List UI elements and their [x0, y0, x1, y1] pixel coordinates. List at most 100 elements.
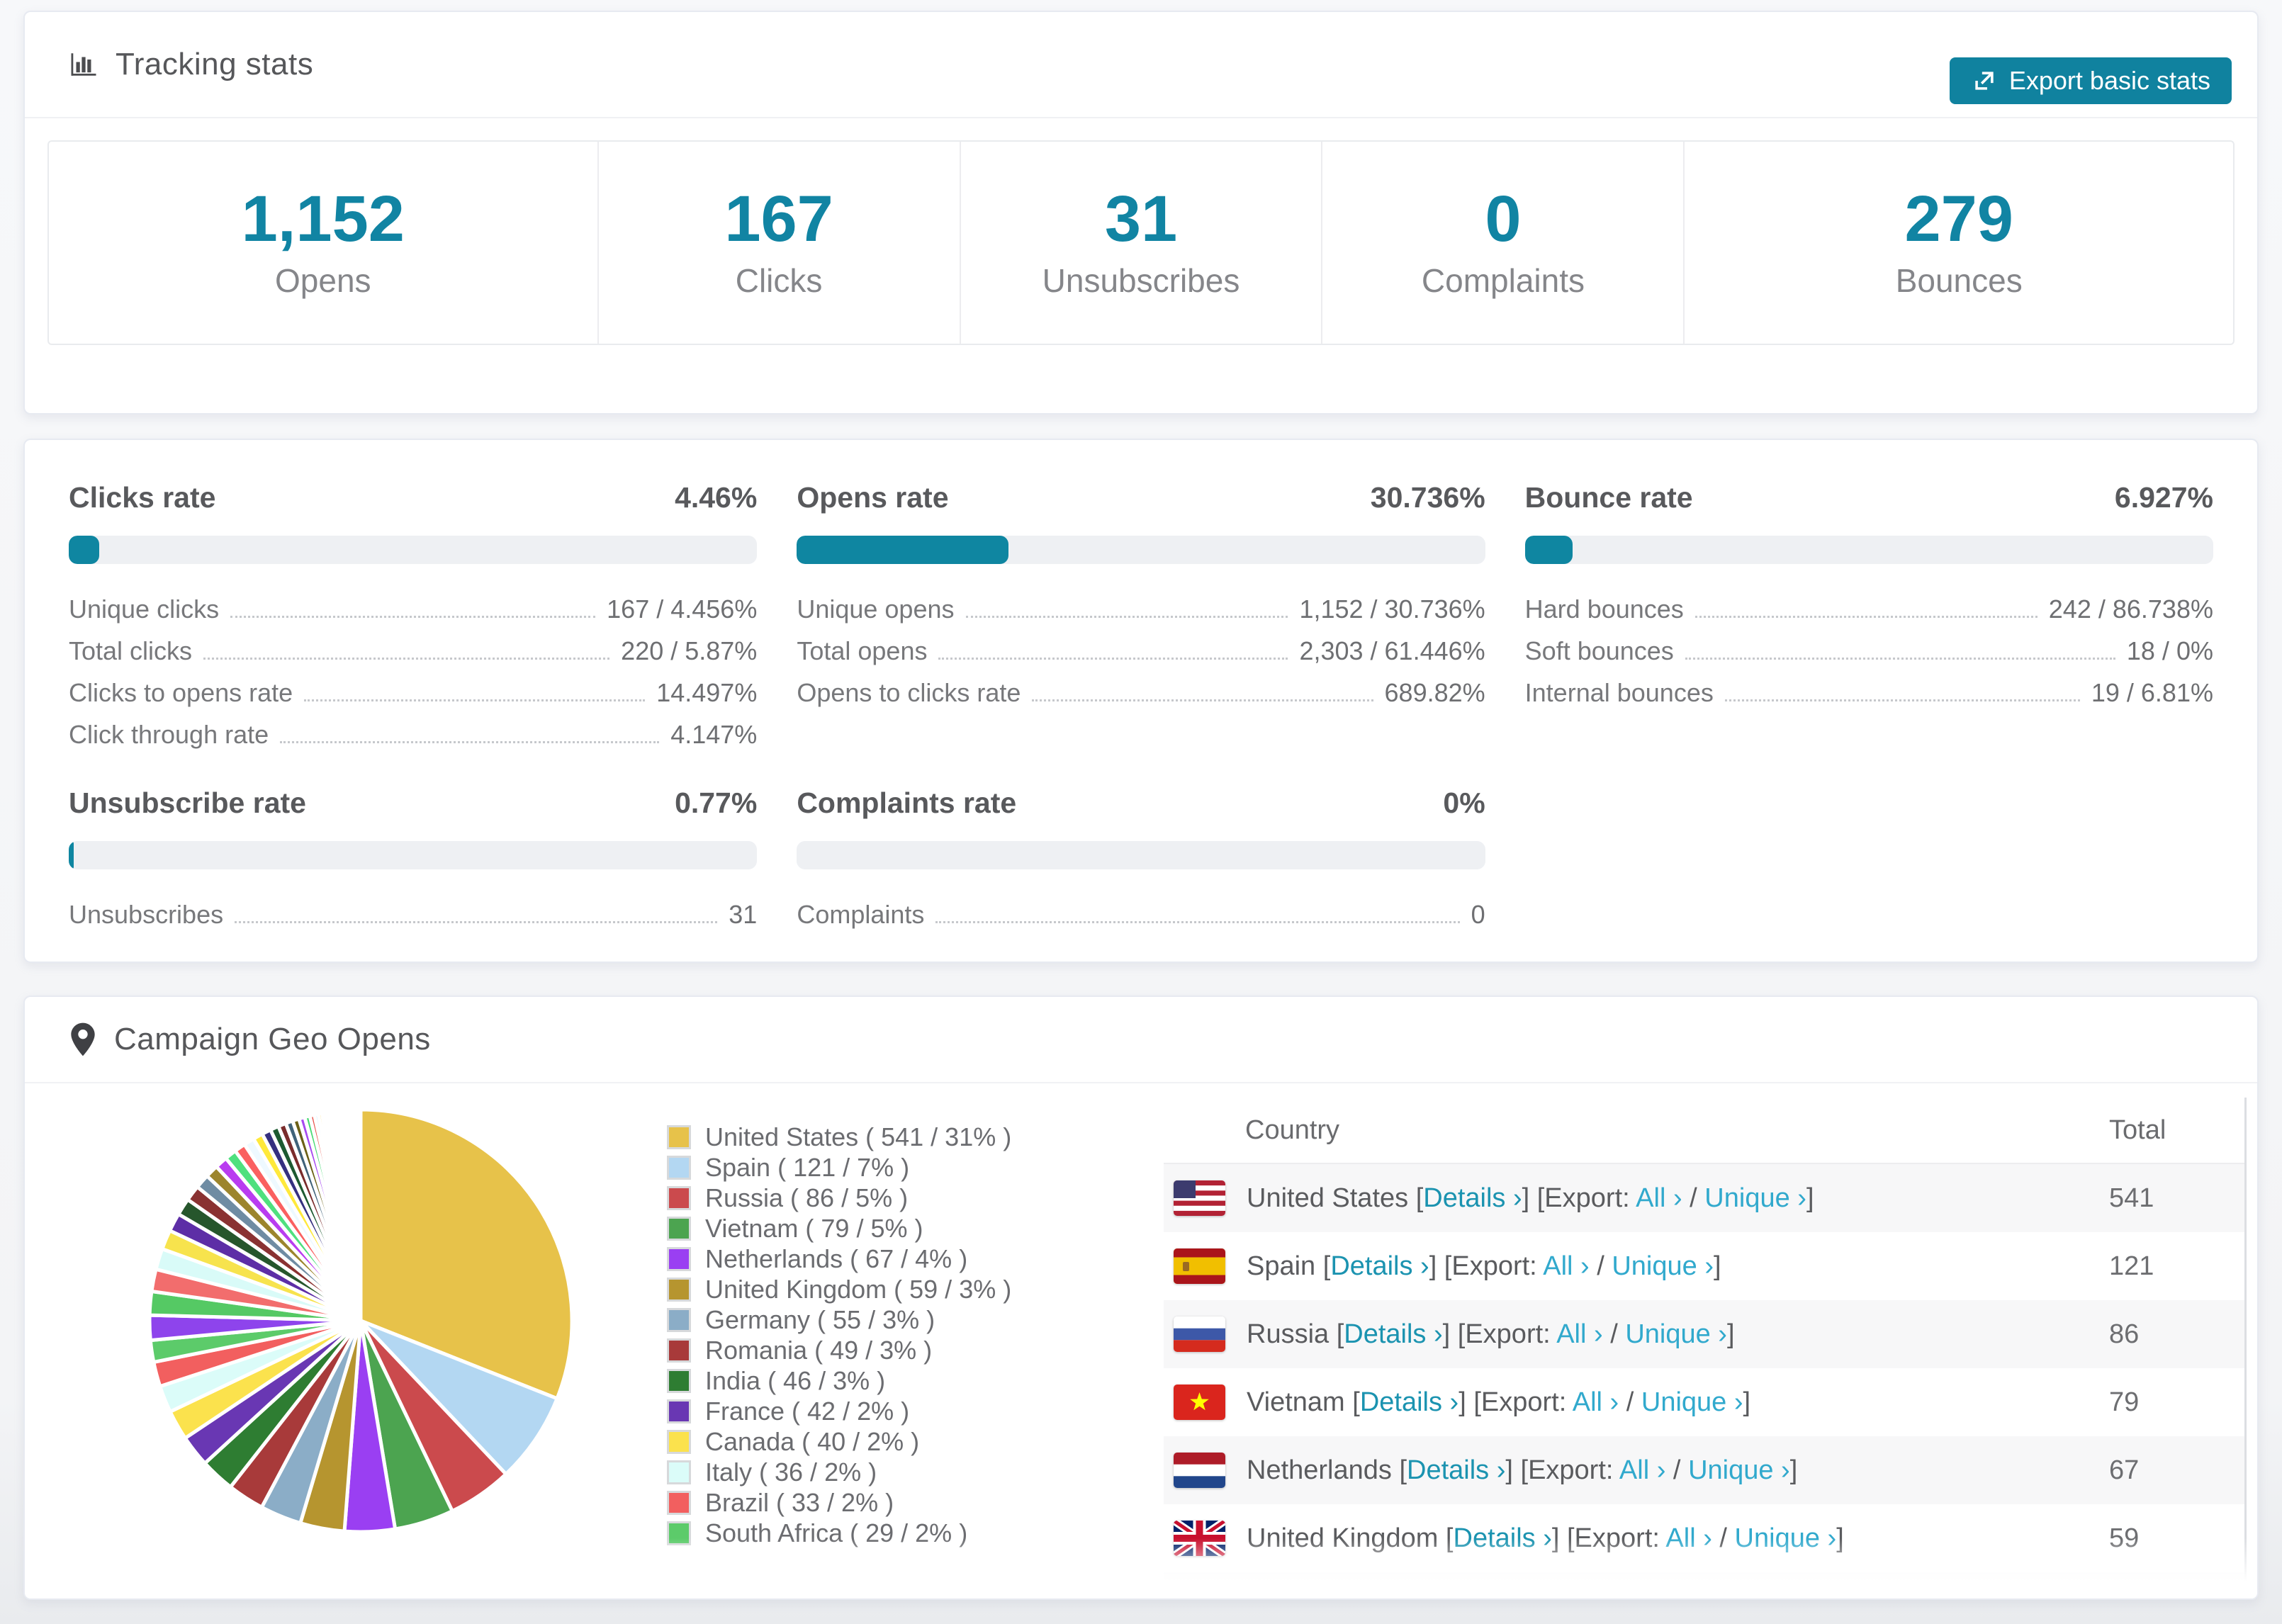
- rate-rows: Hard bounces 242 / 86.738% Soft bounces …: [1524, 594, 2213, 708]
- details-link-spain[interactable]: Details ›: [1330, 1251, 1429, 1281]
- dotted-leader: [935, 921, 1460, 923]
- rate-row-value: 220 / 5.87%: [621, 636, 758, 665]
- progress-bar-track: [797, 536, 1485, 564]
- country-cell: Russia [Details ›] [Export: All › / Uniq…: [1247, 1319, 1735, 1349]
- export-all-link-spain[interactable]: All ›: [1543, 1251, 1589, 1281]
- export-basic-stats-button[interactable]: Export basic stats: [1949, 57, 2232, 104]
- rate-row-label: Internal bounces: [1524, 678, 1714, 707]
- stat-label: Bounces: [1895, 261, 2023, 299]
- stat-clicks: 167 Clicks: [599, 142, 961, 344]
- rate-row-value: 31: [729, 900, 758, 929]
- flag-us-icon: [1174, 1180, 1225, 1216]
- export-unique-link-spain[interactable]: Unique ›: [1612, 1251, 1714, 1281]
- export-all-link-russia[interactable]: All ›: [1556, 1319, 1602, 1349]
- rate-panel-bounce-rate: Bounce rate 6.927% Hard bounces 242 / 86…: [1524, 481, 2213, 762]
- legend-swatch: [667, 1124, 691, 1149]
- progress-bar-track: [1524, 536, 2213, 564]
- details-link-netherlands[interactable]: Details ›: [1407, 1455, 1505, 1485]
- stat-value: 0: [1485, 182, 1522, 255]
- rate-row-value: 4.147%: [670, 720, 758, 749]
- rate-row-opens-to-clicks-rate: Opens to clicks rate 689.82%: [797, 678, 1485, 708]
- progress-bar-fill: [1524, 536, 1573, 564]
- rate-rows: Unique opens 1,152 / 30.736% Total opens…: [797, 594, 1485, 708]
- export-all-link-vietnam[interactable]: All ›: [1573, 1387, 1619, 1417]
- rate-title: Bounce rate: [1524, 481, 1693, 514]
- legend-item-south-africa[interactable]: South Africa ( 29 / 2% ): [667, 1518, 1163, 1548]
- export-unique-link-united-states[interactable]: Unique ›: [1704, 1183, 1806, 1213]
- table-row-spain: Spain [Details ›] [Export: All › / Uniqu…: [1164, 1232, 2244, 1300]
- stat-value: 31: [1104, 182, 1178, 255]
- legend-item-canada[interactable]: Canada ( 40 / 2% ): [667, 1426, 1163, 1457]
- export-unique-link-united-kingdom[interactable]: Unique ›: [1735, 1523, 1837, 1553]
- country-cell: United Kingdom [Details ›] [Export: All …: [1247, 1523, 1844, 1553]
- rate-row-label: Hard bounces: [1524, 594, 1684, 624]
- rate-row-soft-bounces: Soft bounces 18 / 0%: [1525, 636, 2213, 666]
- geo-opens-pie-chart[interactable]: [141, 1101, 580, 1540]
- progress-bar-fill: [797, 536, 1008, 564]
- total-column-header: Total: [2109, 1115, 2166, 1145]
- legend-label: France ( 42 / 2% ): [705, 1396, 910, 1426]
- export-all-link-united-states[interactable]: All ›: [1636, 1183, 1682, 1213]
- total-cell: 79: [2109, 1387, 2140, 1417]
- rate-value: 0.77%: [675, 786, 758, 819]
- dotted-leader: [235, 921, 718, 923]
- rate-value: 4.46%: [675, 481, 758, 514]
- rate-panel-complaints-rate: Complaints rate 0% Complaints 0: [797, 786, 1485, 942]
- details-link-germany[interactable]: Details ›: [1372, 1591, 1471, 1599]
- export-all-link-netherlands[interactable]: All ›: [1619, 1455, 1665, 1485]
- total-cell: 67: [2109, 1455, 2140, 1485]
- table-row-united-kingdom: United Kingdom [Details ›] [Export: All …: [1164, 1504, 2244, 1572]
- stat-label: Complaints: [1421, 261, 1585, 299]
- export-unique-link-vietnam[interactable]: Unique ›: [1641, 1387, 1743, 1417]
- legend-item-germany[interactable]: Germany ( 55 / 3% ): [667, 1304, 1163, 1335]
- dotted-leader: [280, 741, 660, 743]
- legend-item-vietnam[interactable]: Vietnam ( 79 / 5% ): [667, 1213, 1163, 1244]
- details-link-vietnam[interactable]: Details ›: [1360, 1387, 1458, 1417]
- export-unique-link-netherlands[interactable]: Unique ›: [1688, 1455, 1790, 1485]
- legend-item-france[interactable]: France ( 42 / 2% ): [667, 1396, 1163, 1426]
- legend-item-united-kingdom[interactable]: United Kingdom ( 59 / 3% ): [667, 1274, 1163, 1304]
- legend-item-russia[interactable]: Russia ( 86 / 5% ): [667, 1183, 1163, 1213]
- country-cell: Netherlands [Details ›] [Export: All › /…: [1247, 1455, 1798, 1485]
- legend-item-netherlands[interactable]: Netherlands ( 67 / 4% ): [667, 1244, 1163, 1274]
- legend-item-brazil[interactable]: Brazil ( 33 / 2% ): [667, 1487, 1163, 1518]
- legend-item-italy[interactable]: Italy ( 36 / 2% ): [667, 1457, 1163, 1487]
- country-cell: Spain [Details ›] [Export: All › / Uniqu…: [1247, 1251, 1721, 1281]
- rate-row-value: 242 / 86.738%: [2048, 594, 2213, 624]
- export-all-link-united-kingdom[interactable]: All ›: [1665, 1523, 1712, 1553]
- details-link-russia[interactable]: Details ›: [1344, 1319, 1442, 1349]
- legend-item-united-states[interactable]: United States ( 541 / 31% ): [667, 1122, 1163, 1152]
- total-cell: 541: [2109, 1183, 2154, 1213]
- legend-item-romania[interactable]: Romania ( 49 / 3% ): [667, 1335, 1163, 1365]
- details-link-united-kingdom[interactable]: Details ›: [1454, 1523, 1552, 1553]
- rate-row-value: 14.497%: [656, 678, 758, 707]
- legend-swatch: [667, 1399, 691, 1423]
- country-column-header: Country: [1245, 1115, 1340, 1145]
- stat-label: Clicks: [735, 261, 823, 299]
- export-arrow-icon: [1971, 67, 1998, 94]
- table-right-scroll-track: [2244, 1098, 2247, 1598]
- export-all-link-germany[interactable]: All ›: [1585, 1591, 1631, 1599]
- stat-value: 167: [724, 182, 833, 255]
- legend-swatch: [667, 1338, 691, 1363]
- dotted-leader: [1694, 616, 2038, 618]
- details-link-united-states[interactable]: Details ›: [1423, 1183, 1522, 1213]
- geo-pie-legend: United States ( 541 / 31% ) Spain ( 121 …: [667, 1122, 1163, 1548]
- export-unique-link-russia[interactable]: Unique ›: [1625, 1319, 1727, 1349]
- legend-item-india[interactable]: India ( 46 / 3% ): [667, 1365, 1163, 1396]
- rate-row-label: Total opens: [797, 636, 928, 665]
- legend-label: Italy ( 36 / 2% ): [705, 1457, 877, 1487]
- legend-item-spain[interactable]: Spain ( 121 / 7% ): [667, 1152, 1163, 1183]
- rate-value: 6.927%: [2114, 481, 2213, 514]
- rate-row-hard-bounces: Hard bounces 242 / 86.738%: [1524, 594, 2213, 624]
- rate-title: Unsubscribe rate: [69, 786, 306, 819]
- rates-card: Clicks rate 4.46% Unique clicks 167 / 4.…: [23, 439, 2259, 963]
- rate-row-unsubscribes: Unsubscribes 31: [69, 900, 758, 930]
- legend-label: South Africa ( 29 / 2% ): [705, 1518, 968, 1547]
- export-unique-link-germany[interactable]: Unique ›: [1653, 1591, 1755, 1599]
- tracking-stats-card: Tracking stats Export basic stats 1,152 …: [23, 11, 2259, 415]
- country-cell: Germany [Details ›] [Export: All › / Uni…: [1247, 1591, 1763, 1599]
- rate-row-internal-bounces: Internal bounces 19 / 6.81%: [1524, 678, 2213, 708]
- legend-label: Netherlands ( 67 / 4% ): [705, 1244, 968, 1273]
- rate-head: Unsubscribe rate 0.77%: [69, 786, 757, 820]
